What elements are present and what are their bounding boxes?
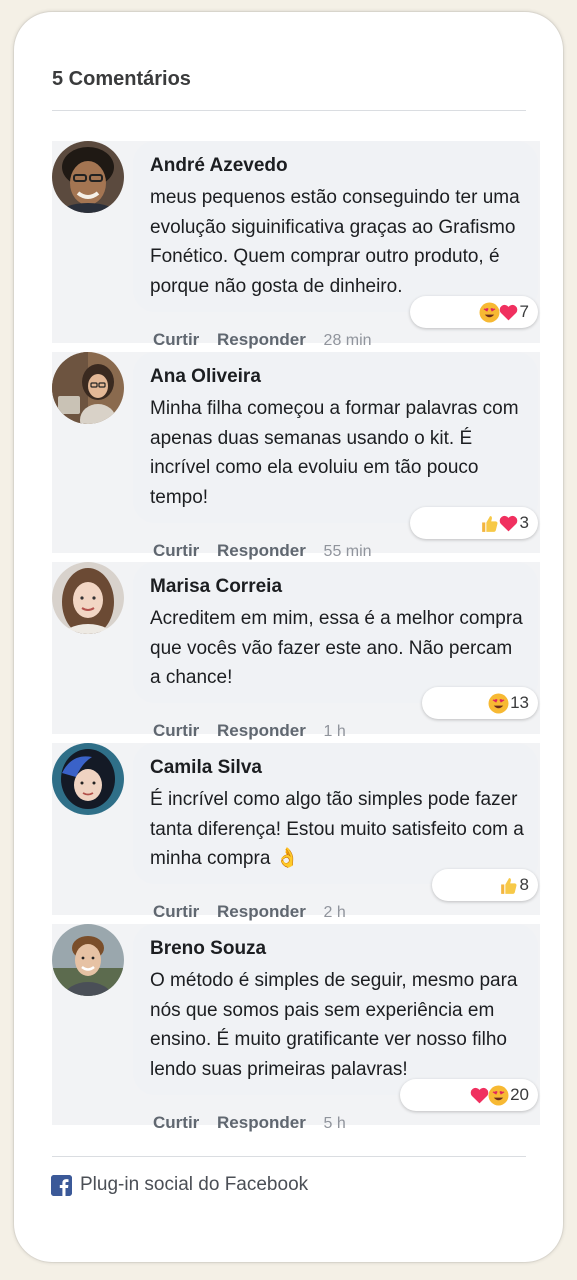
reply-button[interactable]: Responder <box>217 1113 306 1132</box>
reaction-count: 20 <box>510 1085 529 1104</box>
avatar[interactable] <box>52 562 124 634</box>
comment-actions: Curtir Responder 1 h <box>153 721 346 741</box>
thumbs-up-emoji-icon <box>481 515 498 532</box>
reaction-count: 7 <box>519 302 529 321</box>
comment-author[interactable]: André Azevedo <box>150 154 528 178</box>
comment-timestamp[interactable]: 55 min <box>324 543 372 560</box>
comment-bubble: André Azevedo meus pequenos estão conseg… <box>133 141 538 312</box>
avatar[interactable] <box>52 352 124 424</box>
avatar[interactable] <box>52 743 124 815</box>
comment-item: Ana Oliveira Minha filha começou a forma… <box>52 352 540 560</box>
like-button[interactable]: Curtir <box>153 330 199 349</box>
thumbs-up-emoji-icon <box>500 877 517 894</box>
heart-emoji-icon <box>499 515 517 531</box>
comment-item: Marisa Correia Acreditem em mim, essa é … <box>52 562 540 740</box>
reaction-count: 13 <box>510 693 529 712</box>
heart-eyes-emoji-icon <box>488 1085 509 1105</box>
comments-card: 5 Comentários André Azevedo meus pequeno… <box>14 12 563 1262</box>
facebook-plugin-footer[interactable]: Plug-in social do Facebook <box>51 1174 308 1196</box>
avatar[interactable] <box>52 141 124 213</box>
comment-bubble: Ana Oliveira Minha filha começou a forma… <box>133 352 538 523</box>
comment-text: meus pequenos estão conseguindo ter uma … <box>150 187 520 297</box>
reaction-count: 8 <box>519 875 529 894</box>
comment-timestamp[interactable]: 1 h <box>324 723 346 740</box>
comment-timestamp[interactable]: 2 h <box>324 904 346 921</box>
comment-bubble: Breno Souza O método é simples de seguir… <box>133 924 538 1095</box>
comment-item: Camila Silva É incrível como algo tão si… <box>52 743 540 921</box>
like-button[interactable]: Curtir <box>153 721 199 740</box>
facebook-logo-icon <box>51 1174 72 1196</box>
reply-button[interactable]: Responder <box>217 330 306 349</box>
comment-text: Minha filha começou a formar palavras co… <box>150 398 519 508</box>
like-button[interactable]: Curtir <box>153 541 199 560</box>
reply-button[interactable]: Responder <box>217 721 306 740</box>
comment-actions: Curtir Responder 55 min <box>153 541 372 561</box>
comment-text: O método é simples de seguir, mesmo para… <box>150 970 518 1080</box>
comment-text: Acreditem em mim, essa é a melhor compra… <box>150 608 523 688</box>
comments-count-title: 5 Comentários <box>52 68 191 90</box>
comment-item: André Azevedo meus pequenos estão conseg… <box>52 141 540 349</box>
comment-item: Breno Souza O método é simples de seguir… <box>52 924 540 1132</box>
reaction-count: 3 <box>519 513 529 532</box>
reactions-badge[interactable]: 13 <box>422 687 538 719</box>
comment-bubble: Marisa Correia Acreditem em mim, essa é … <box>133 562 538 703</box>
comment-timestamp[interactable]: 5 h <box>324 1115 346 1132</box>
reply-button[interactable]: Responder <box>217 902 306 921</box>
comment-actions: Curtir Responder 28 min <box>153 330 372 350</box>
like-button[interactable]: Curtir <box>153 1113 199 1132</box>
reply-button[interactable]: Responder <box>217 541 306 560</box>
comment-author[interactable]: Marisa Correia <box>150 575 528 599</box>
reactions-badge[interactable]: 3 <box>410 507 538 539</box>
comment-actions: Curtir Responder 5 h <box>153 1113 346 1133</box>
footer-label[interactable]: Plug-in social do Facebook <box>80 1174 308 1196</box>
divider <box>52 110 526 111</box>
comment-author[interactable]: Camila Silva <box>150 756 528 780</box>
heart-emoji-icon <box>470 1087 489 1103</box>
like-button[interactable]: Curtir <box>153 902 199 921</box>
divider <box>52 1156 526 1157</box>
avatar[interactable] <box>52 924 124 996</box>
comment-bubble: Camila Silva É incrível como algo tão si… <box>133 743 538 884</box>
reactions-badge[interactable]: 7 <box>410 296 538 328</box>
comment-actions: Curtir Responder 2 h <box>153 902 346 922</box>
comment-author[interactable]: Ana Oliveira <box>150 365 528 389</box>
comment-timestamp[interactable]: 28 min <box>324 332 372 349</box>
heart-eyes-emoji-icon <box>479 302 500 322</box>
heart-emoji-icon <box>499 304 517 320</box>
comment-author[interactable]: Breno Souza <box>150 937 528 961</box>
reactions-badge[interactable]: 8 <box>432 869 538 901</box>
comment-text: É incrível como algo tão simples pode fa… <box>150 789 524 869</box>
heart-eyes-emoji-icon <box>488 693 509 713</box>
reactions-badge[interactable]: 20 <box>400 1079 538 1111</box>
